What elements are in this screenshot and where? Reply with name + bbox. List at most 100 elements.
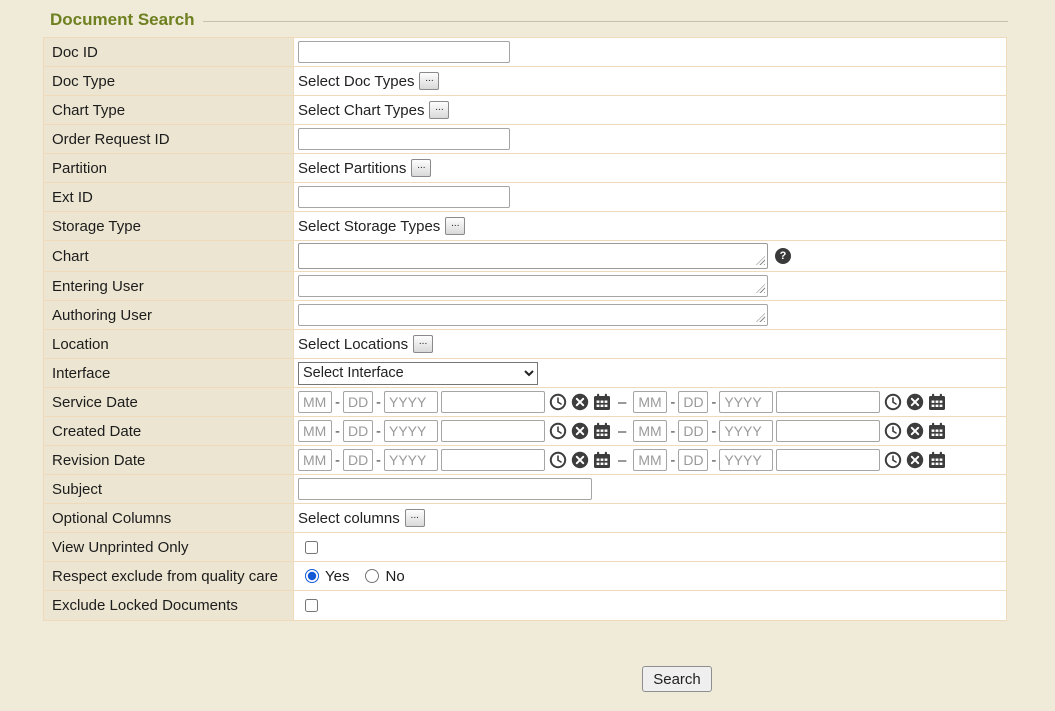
created-date-end-clock-icon[interactable]: [884, 422, 902, 440]
service-date-end-month-input[interactable]: [633, 391, 667, 413]
subject-input[interactable]: [298, 478, 592, 500]
date-range-separator: –: [618, 452, 626, 469]
partition-picker-button[interactable]: ...: [411, 159, 431, 177]
optional-columns-picker-button[interactable]: ...: [405, 509, 425, 527]
chart-label: Chart: [44, 241, 294, 271]
panel-header: Document Search: [38, 10, 1008, 30]
respect-exclude-no-radio[interactable]: [365, 569, 379, 583]
revision-date-end-time-input[interactable]: [776, 449, 880, 471]
help-icon[interactable]: ?: [775, 248, 791, 264]
search-button[interactable]: Search: [642, 666, 712, 692]
date-part-separator: -: [335, 452, 340, 469]
form-row-interface: Interface Select Interface: [44, 359, 1006, 388]
location-label: Location: [44, 330, 294, 358]
date-part-separator: -: [711, 394, 716, 411]
revision-date-end-day-input[interactable]: [678, 449, 708, 471]
service-date-start-calendar-icon[interactable]: [593, 393, 611, 411]
created-date-end-year-input[interactable]: [719, 420, 773, 442]
service-date-start-year-input[interactable]: [384, 391, 438, 413]
entering-user-input[interactable]: [298, 275, 768, 297]
service-date-start-time-input[interactable]: [441, 391, 545, 413]
revision-date-end-month-input[interactable]: [633, 449, 667, 471]
service-date-start-day-input[interactable]: [343, 391, 373, 413]
chart-type-picker-button[interactable]: ...: [429, 101, 449, 119]
revision-date-label: Revision Date: [44, 446, 294, 474]
authoring-user-input[interactable]: [298, 304, 768, 326]
respect-exclude-yes-label: Yes: [325, 568, 349, 585]
doc-id-label: Doc ID: [44, 38, 294, 66]
created-date-end-day-input[interactable]: [678, 420, 708, 442]
date-part-separator: -: [711, 423, 716, 440]
created-date-start-year-input[interactable]: [384, 420, 438, 442]
storage-type-picker-text: Select Storage Types: [298, 218, 440, 235]
service-date-end-day-input[interactable]: [678, 391, 708, 413]
view-unprinted-only-checkbox[interactable]: [305, 541, 318, 554]
service-date-end-clear-icon[interactable]: [906, 393, 924, 411]
revision-date-start-month-input[interactable]: [298, 449, 332, 471]
form-row-chart-type: Chart Type Select Chart Types ...: [44, 96, 1006, 125]
revision-date-end-clock-icon[interactable]: [884, 451, 902, 469]
ext-id-label: Ext ID: [44, 183, 294, 211]
created-date-start-month-input[interactable]: [298, 420, 332, 442]
form-row-chart: Chart ?: [44, 241, 1006, 272]
service-date-end-calendar-icon[interactable]: [928, 393, 946, 411]
date-part-separator: -: [335, 423, 340, 440]
location-picker-button[interactable]: ...: [413, 335, 433, 353]
form-row-order-request-id: Order Request ID: [44, 125, 1006, 154]
form-row-created-date: Created Date - - – - -: [44, 417, 1006, 446]
chart-textarea[interactable]: [298, 243, 768, 269]
created-date-start-time-input[interactable]: [441, 420, 545, 442]
service-date-start-clock-icon[interactable]: [549, 393, 567, 411]
exclude-locked-checkbox[interactable]: [305, 599, 318, 612]
revision-date-start-calendar-icon[interactable]: [593, 451, 611, 469]
order-request-id-input[interactable]: [298, 128, 510, 150]
doc-type-picker-button[interactable]: ...: [419, 72, 439, 90]
date-part-separator: -: [711, 452, 716, 469]
created-date-start-clear-icon[interactable]: [571, 422, 589, 440]
revision-date-start-year-input[interactable]: [384, 449, 438, 471]
created-date-end-calendar-icon[interactable]: [928, 422, 946, 440]
respect-exclude-label: Respect exclude from quality care: [44, 562, 294, 590]
document-search-panel: Document Search Doc ID Doc Type Select D…: [38, 10, 1008, 621]
revision-date-end-year-input[interactable]: [719, 449, 773, 471]
created-date-end-clear-icon[interactable]: [906, 422, 924, 440]
created-date-start-clock-icon[interactable]: [549, 422, 567, 440]
date-part-separator: -: [376, 452, 381, 469]
doc-id-input[interactable]: [298, 41, 510, 63]
revision-date-end-calendar-icon[interactable]: [928, 451, 946, 469]
interface-select[interactable]: Select Interface: [298, 362, 538, 385]
ext-id-input[interactable]: [298, 186, 510, 208]
service-date-start-clear-icon[interactable]: [571, 393, 589, 411]
search-form: Doc ID Doc Type Select Doc Types ... Cha…: [43, 37, 1007, 621]
doc-type-picker-text: Select Doc Types: [298, 73, 414, 90]
date-part-separator: -: [335, 394, 340, 411]
service-date-end-time-input[interactable]: [776, 391, 880, 413]
service-date-end-year-input[interactable]: [719, 391, 773, 413]
service-date-start-month-input[interactable]: [298, 391, 332, 413]
form-row-subject: Subject: [44, 475, 1006, 504]
revision-date-start-clear-icon[interactable]: [571, 451, 589, 469]
respect-exclude-yes-radio[interactable]: [305, 569, 319, 583]
storage-type-label: Storage Type: [44, 212, 294, 240]
storage-type-picker-button[interactable]: ...: [445, 217, 465, 235]
date-part-separator: -: [670, 423, 675, 440]
created-date-start-day-input[interactable]: [343, 420, 373, 442]
chart-type-label: Chart Type: [44, 96, 294, 124]
form-row-exclude-locked: Exclude Locked Documents: [44, 591, 1006, 620]
date-part-separator: -: [670, 452, 675, 469]
created-date-end-time-input[interactable]: [776, 420, 880, 442]
revision-date-start-clock-icon[interactable]: [549, 451, 567, 469]
revision-date-start-day-input[interactable]: [343, 449, 373, 471]
form-row-revision-date: Revision Date - - – - -: [44, 446, 1006, 475]
date-part-separator: -: [376, 394, 381, 411]
partition-picker-text: Select Partitions: [298, 160, 406, 177]
revision-date-start-time-input[interactable]: [441, 449, 545, 471]
revision-date-end-clear-icon[interactable]: [906, 451, 924, 469]
service-date-end-clock-icon[interactable]: [884, 393, 902, 411]
partition-label: Partition: [44, 154, 294, 182]
optional-columns-label: Optional Columns: [44, 504, 294, 532]
created-date-end-month-input[interactable]: [633, 420, 667, 442]
created-date-start-calendar-icon[interactable]: [593, 422, 611, 440]
form-row-respect-exclude: Respect exclude from quality care Yes No: [44, 562, 1006, 591]
view-unprinted-only-label: View Unprinted Only: [44, 533, 294, 561]
